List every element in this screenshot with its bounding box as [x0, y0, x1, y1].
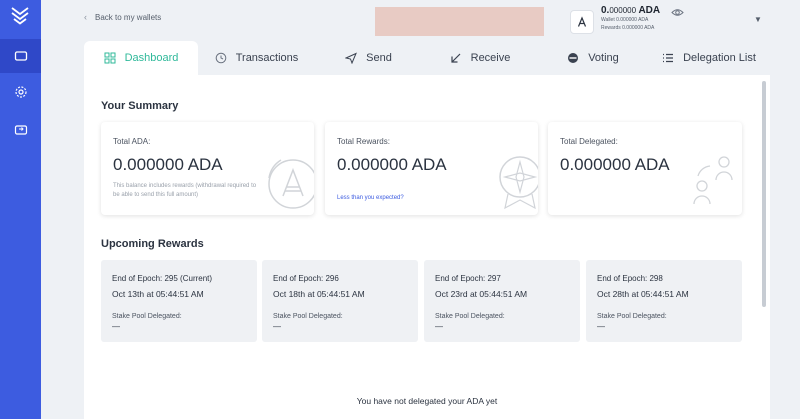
reward-pool-label: Stake Pool Delegated:: [273, 313, 343, 320]
reward-epoch: End of Epoch: 298: [597, 274, 663, 283]
history-icon: [215, 52, 227, 64]
tab-dashboard-label: Dashboard: [124, 52, 179, 64]
total-ada-value: 0.000000 ADA: [113, 155, 223, 174]
wallet-balance: 0.000000 ADA: [601, 5, 660, 16]
wallet-icon: [14, 51, 27, 61]
tab-delegation-list-label: Delegation List: [683, 52, 756, 64]
gear-icon: [14, 86, 27, 98]
tab-voting-label: Voting: [588, 52, 619, 64]
reward-epoch: End of Epoch: 296: [273, 274, 339, 283]
sidebar-item-transfer[interactable]: [0, 113, 41, 147]
dashboard-panel: Your Summary Total ADA: 0.000000 ADA Thi…: [84, 75, 770, 419]
tab-receive-label: Receive: [470, 52, 511, 64]
reward-epoch: End of Epoch: 297: [435, 274, 501, 283]
caret-down-icon[interactable]: ▼: [754, 15, 762, 24]
grid-icon: [104, 52, 116, 64]
total-delegated-label: Total Delegated:: [560, 137, 618, 146]
chevron-left-icon: ‹: [84, 12, 87, 22]
eye-icon[interactable]: [671, 6, 684, 19]
reward-card: End of Epoch: 295 (Current) Oct 13th at …: [101, 260, 257, 342]
compass-illustration-icon: [499, 156, 538, 210]
wallet-summary[interactable]: 0.000000 ADA Wallet 0.000000 ADA Rewards…: [570, 5, 660, 34]
total-rewards-label: Total Rewards:: [337, 137, 390, 146]
summary-title: Your Summary: [101, 100, 179, 112]
reward-date: Oct 28th at 05:44:51 AM: [597, 289, 689, 299]
tab-receive[interactable]: Receive: [422, 41, 538, 75]
ada-coin-illustration-icon: [268, 159, 314, 209]
reward-pool-label: Stake Pool Delegated:: [112, 313, 182, 320]
not-delegated-message: You have not delegated your ADA yet: [356, 396, 498, 406]
reward-card: End of Epoch: 297 Oct 23rd at 05:44:51 A…: [424, 260, 580, 342]
tab-transactions[interactable]: Transactions: [198, 41, 315, 75]
wallet-avatar: [570, 10, 594, 34]
reward-pool-label: Stake Pool Delegated:: [435, 313, 505, 320]
yoroi-logo-icon[interactable]: [9, 4, 31, 26]
tab-delegation-list[interactable]: Delegation List: [648, 41, 770, 75]
reward-date: Oct 13th at 05:44:51 AM: [112, 289, 204, 299]
reward-card: End of Epoch: 298 Oct 28th at 05:44:51 A…: [586, 260, 742, 342]
rewards-line: Rewards 0.000000 ADA: [601, 25, 655, 31]
wallet-balance-frac: 000000: [609, 6, 637, 15]
total-ada-note: This balance includes rewards (withdrawa…: [113, 183, 257, 198]
sidebar: [0, 0, 41, 419]
reward-pool-value: —: [597, 322, 605, 331]
tab-send-label: Send: [366, 52, 392, 64]
scrollbar[interactable]: [762, 81, 766, 307]
total-delegated-value: 0.000000 ADA: [560, 155, 670, 174]
reward-date: Oct 23rd at 05:44:51 AM: [435, 289, 528, 299]
tab-send[interactable]: Send: [315, 41, 422, 75]
wallet-tabs: Dashboard Transactions Send Receive Voti…: [84, 41, 770, 75]
wallet-line: Wallet 0.000000 ADA: [601, 17, 649, 23]
send-icon: [345, 52, 358, 64]
tab-voting[interactable]: Voting: [538, 41, 648, 75]
sidebar-item-settings[interactable]: [0, 75, 41, 109]
total-ada-card: Total ADA: 0.000000 ADA This balance inc…: [101, 122, 314, 215]
banner-placeholder: [375, 7, 544, 36]
list-icon: [663, 53, 674, 63]
transfer-wallet-icon: [14, 125, 27, 135]
tab-dashboard[interactable]: Dashboard: [84, 41, 198, 75]
reward-pool-value: —: [112, 322, 120, 331]
total-ada-label: Total ADA:: [113, 137, 151, 146]
total-rewards-card: Total Rewards: 0.000000 ADA Less than yo…: [325, 122, 538, 215]
reward-date: Oct 18th at 05:44:51 AM: [273, 289, 365, 299]
reward-pool-value: —: [435, 322, 443, 331]
receive-arrow-icon: [451, 53, 461, 63]
back-to-wallets-link[interactable]: ‹ Back to my wallets: [84, 12, 161, 22]
tab-transactions-label: Transactions: [235, 52, 299, 64]
reward-card: End of Epoch: 296 Oct 18th at 05:44:51 A…: [262, 260, 418, 342]
total-rewards-value: 0.000000 ADA: [337, 155, 447, 174]
voting-icon: [568, 53, 579, 63]
back-label: Back to my wallets: [95, 12, 162, 22]
reward-pool-label: Stake Pool Delegated:: [597, 313, 667, 320]
upcoming-rewards-title: Upcoming Rewards: [101, 238, 204, 250]
reward-epoch: End of Epoch: 295 (Current): [112, 274, 213, 283]
sidebar-item-wallet[interactable]: [0, 39, 41, 73]
reward-pool-value: —: [273, 322, 281, 331]
wallet-balance-unit: ADA: [636, 5, 661, 16]
total-delegated-card: Total Delegated: 0.000000 ADA: [548, 122, 742, 215]
ada-logo-icon: [577, 16, 587, 27]
less-than-expected-link[interactable]: Less than you expected?: [337, 195, 404, 201]
people-illustration-icon: [693, 156, 733, 205]
